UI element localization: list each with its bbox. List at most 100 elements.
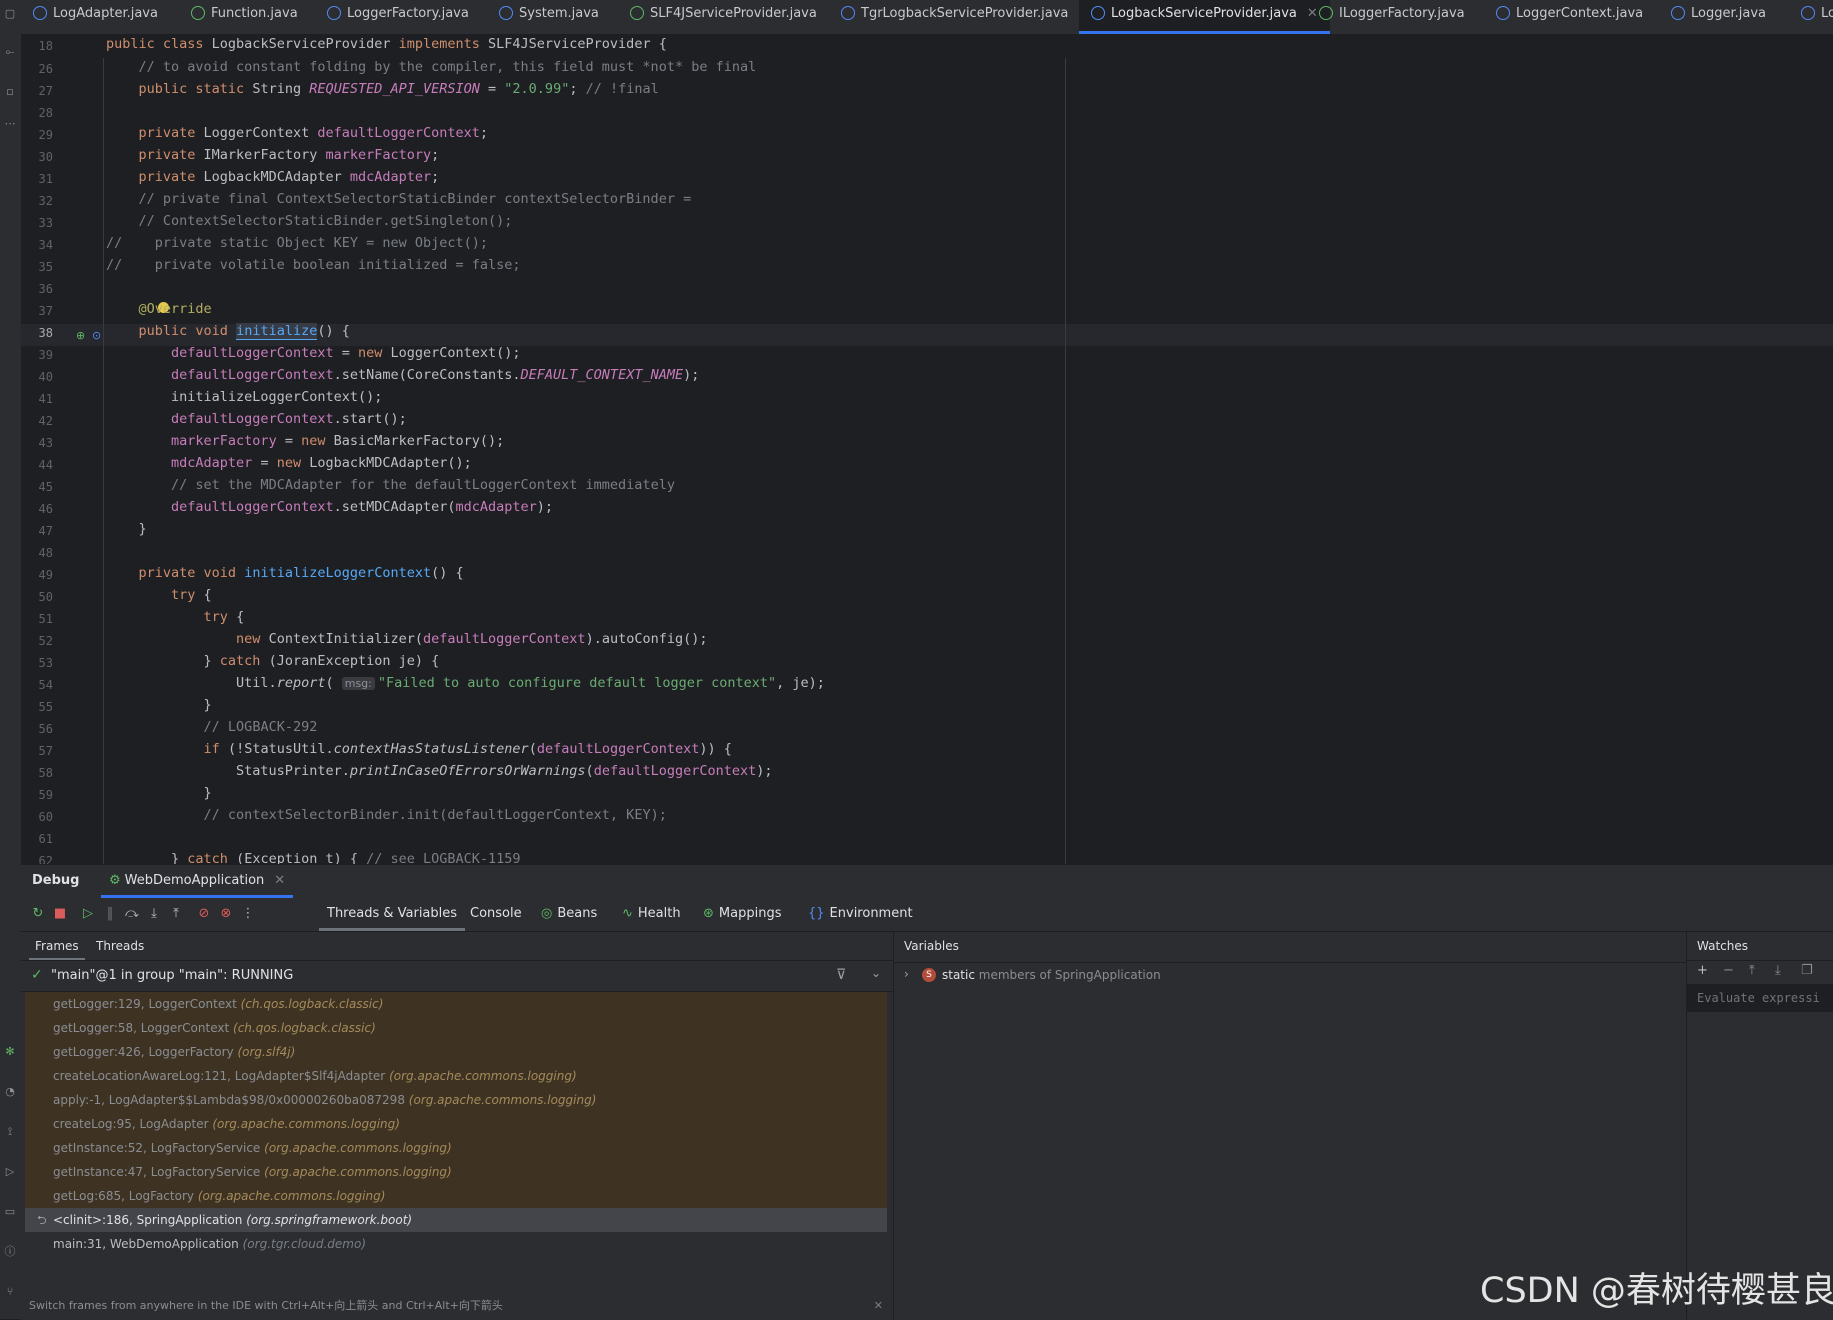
code-line: public class LogbackServiceProvider impl… bbox=[106, 36, 667, 52]
remove-watch-icon[interactable]: − bbox=[1723, 963, 1734, 978]
tab-mappings[interactable]: ⊛ Mappings bbox=[703, 897, 781, 931]
mute-breakpoints-icon[interactable]: ⊗ bbox=[217, 905, 235, 923]
code-line: } bbox=[106, 697, 212, 713]
chevron-right-icon[interactable]: › bbox=[904, 967, 909, 981]
commit-icon[interactable]: ⟜ bbox=[2, 44, 18, 60]
step-over-icon[interactable]: ⤼ bbox=[123, 905, 141, 923]
code-line: // LOGBACK-292 bbox=[203, 719, 318, 735]
more-options-icon[interactable]: ⋮ bbox=[239, 905, 257, 923]
tab-loggercontext[interactable]: LoggerContext.java bbox=[1496, 0, 1643, 34]
close-hint-icon[interactable]: ✕ bbox=[874, 1294, 883, 1318]
view-breakpoints-icon[interactable]: ⊘ bbox=[195, 905, 213, 923]
stack-frame[interactable]: getLog:685, LogFactory (org.apache.commo… bbox=[25, 1184, 887, 1208]
static-members-icon: S bbox=[922, 968, 936, 982]
chevron-down-icon[interactable]: ⌄ bbox=[871, 966, 881, 980]
code-line: @Override bbox=[138, 301, 212, 317]
tab-threads[interactable]: Threads bbox=[96, 932, 144, 960]
profiler-icon[interactable]: ◔ bbox=[2, 1084, 18, 1100]
class-icon bbox=[327, 5, 341, 20]
filter-icon[interactable]: ⊽ bbox=[836, 967, 846, 983]
tab-environment[interactable]: {} Environment bbox=[808, 897, 913, 931]
duplicate-icon[interactable]: ❐ bbox=[1801, 963, 1813, 978]
stack-frame[interactable]: getInstance:47, LogFactoryService (org.a… bbox=[25, 1160, 887, 1184]
stack-frame[interactable]: getInstance:52, LogFactoryService (org.a… bbox=[25, 1136, 887, 1160]
code-line: new ContextInitializer(defaultLoggerCont… bbox=[236, 631, 708, 647]
close-tab-icon[interactable]: ✕ bbox=[1307, 6, 1318, 21]
more-icon[interactable]: ⋯ bbox=[2, 116, 18, 132]
tab-slf4jserviceprovider[interactable]: SLF4JServiceProvider.java bbox=[630, 0, 817, 34]
code-line: // to avoid constant folding by the comp… bbox=[138, 59, 757, 75]
tab-tgrlogbackserviceprovider[interactable]: TgrLogbackServiceProvider.java bbox=[841, 0, 1068, 34]
class-icon bbox=[1671, 5, 1685, 20]
stack-frame[interactable]: createLog:95, LogAdapter (org.apache.com… bbox=[25, 1112, 887, 1136]
pause-icon[interactable]: ‖ bbox=[101, 905, 119, 923]
step-out-icon[interactable]: ⤒ bbox=[167, 905, 185, 923]
thread-selector[interactable]: ✓ "main"@1 in group "main": RUNNING ⊽ ⌄ bbox=[21, 960, 893, 992]
debug-toolbar: ↻ ■ ▷ ‖ ⤼ ⤓ ⤒ ⊘ ⊗ ⋮ Threads & Variables … bbox=[21, 897, 1833, 932]
stop-icon[interactable]: ■ bbox=[51, 905, 69, 923]
class-icon bbox=[1496, 5, 1510, 20]
mappings-icon: ⊛ bbox=[703, 906, 714, 921]
tab-system[interactable]: System.java bbox=[499, 0, 599, 34]
tab-frames[interactable]: Frames bbox=[29, 932, 85, 960]
rerun-icon[interactable]: ↻ bbox=[29, 905, 47, 923]
git-icon[interactable]: ⑂ bbox=[2, 1284, 18, 1300]
stack-frame[interactable]: ⮌ <clinit>:186, SpringApplication (org.sp… bbox=[25, 1208, 887, 1232]
services-icon[interactable]: ▷ bbox=[2, 1164, 18, 1180]
step-into-icon[interactable]: ⤓ bbox=[145, 905, 163, 923]
variable-row[interactable]: › S static members of SpringApplication bbox=[894, 962, 1686, 989]
tab-logger[interactable]: Logger.java bbox=[1671, 0, 1766, 34]
build-icon[interactable]: ⟟ bbox=[2, 1124, 18, 1140]
stack-frame[interactable]: getLogger:58, LoggerContext (ch.qos.logb… bbox=[25, 1016, 887, 1040]
code-line: initializeLoggerContext(); bbox=[106, 389, 383, 405]
code-line: private LoggerContext defaultLoggerConte… bbox=[138, 125, 489, 141]
code-line: defaultLoggerContext.setName(CoreConstan… bbox=[171, 367, 700, 383]
stack-frame[interactable]: getLogger:129, LoggerContext (ch.qos.log… bbox=[25, 992, 887, 1016]
problems-icon[interactable]: ⓘ bbox=[2, 1244, 18, 1260]
stack-frame[interactable]: apply:-1, LogAdapter$$Lambda$98/0x000002… bbox=[25, 1088, 887, 1112]
debug-tool-window: Debug ⚙ WebDemoApplication ✕ ↻ ■ ▷ ‖ ⤼ ⤓ ⤒… bbox=[21, 864, 1833, 1320]
evaluate-expression-input[interactable]: Evaluate expressi bbox=[1687, 984, 1833, 1012]
tab-loggerfactory[interactable]: LoggerFactory.java bbox=[327, 0, 469, 34]
tab-console[interactable]: Console bbox=[470, 897, 522, 931]
code-editor[interactable]: ⊕ ⊙ 18 26 27 28 29 30 31 32 33 34 35 36 37 38 39 40 41 42… bbox=[21, 34, 1833, 864]
tab-function[interactable]: Function.java bbox=[191, 0, 298, 34]
hint-bar: Switch frames from anywhere in the IDE w… bbox=[21, 1294, 893, 1318]
class-icon bbox=[33, 5, 47, 20]
code-line: defaultLoggerContext = new LoggerContext… bbox=[171, 345, 521, 361]
project-icon[interactable]: ▢ bbox=[2, 6, 18, 22]
code-line: // private static Object KEY = new Objec… bbox=[106, 235, 489, 251]
tab-health[interactable]: ∿ Health bbox=[622, 897, 681, 931]
tab-logadapter[interactable]: LogAdapter.java bbox=[33, 0, 158, 34]
tab-logbackserviceprovider[interactable]: LogbackServiceProvider.java ✕ bbox=[1079, 0, 1330, 34]
left-tool-strip: ▢ ⟜ ▫ ⋯ ✻ ◔ ⟟ ▷ ▭ ⓘ ⑂ bbox=[0, 0, 22, 1319]
debug-icon[interactable]: ✻ bbox=[2, 1044, 18, 1060]
move-down-icon[interactable]: ⤓ bbox=[1775, 963, 1781, 978]
tab-beans[interactable]: ◎ Beans bbox=[541, 897, 597, 931]
stack-frame[interactable]: createLocationAwareLog:121, LogAdapter$S… bbox=[25, 1064, 887, 1088]
structure-icon[interactable]: ▫ bbox=[2, 84, 18, 100]
tab-overflow[interactable]: Lo bbox=[1801, 0, 1833, 34]
terminal-icon[interactable]: ▭ bbox=[2, 1204, 18, 1220]
code-line: defaultLoggerContext.setMDCAdapter(mdcAd… bbox=[171, 499, 554, 515]
frame-list: getLogger:129, LoggerContext (ch.qos.log… bbox=[25, 992, 887, 1251]
drop-frame-icon[interactable]: ⮌ bbox=[37, 1208, 47, 1232]
resume-icon[interactable]: ▷ bbox=[79, 905, 97, 923]
code-line: try { bbox=[203, 609, 245, 625]
bean-icon: ◎ bbox=[541, 906, 553, 921]
stack-frame[interactable]: getLogger:426, LoggerFactory (org.slf4j) bbox=[25, 1040, 887, 1064]
debug-title-bar: Debug ⚙ WebDemoApplication ✕ bbox=[21, 865, 1833, 898]
code-line: } catch (Exception t) { // see LOGBACK-1… bbox=[106, 851, 521, 864]
code-line: defaultLoggerContext.start(); bbox=[171, 411, 407, 427]
close-session-icon[interactable]: ✕ bbox=[274, 873, 285, 888]
tab-threads-variables[interactable]: Threads & Variables bbox=[318, 897, 466, 931]
check-icon: ✓ bbox=[31, 967, 43, 983]
stack-frame[interactable]: main:31, WebDemoApplication (org.tgr.clo… bbox=[25, 1232, 887, 1256]
tab-iloggerfactory[interactable]: ILoggerFactory.java bbox=[1319, 0, 1465, 34]
move-up-icon[interactable]: ⤒ bbox=[1749, 963, 1755, 978]
class-icon bbox=[1091, 5, 1105, 20]
watermark: CSDN @春树待樱甚良 bbox=[1480, 1271, 1833, 1311]
add-watch-icon[interactable]: + bbox=[1697, 963, 1708, 978]
code-line: } bbox=[106, 785, 212, 801]
debug-session-tab[interactable]: ⚙ WebDemoApplication ✕ bbox=[101, 865, 294, 898]
